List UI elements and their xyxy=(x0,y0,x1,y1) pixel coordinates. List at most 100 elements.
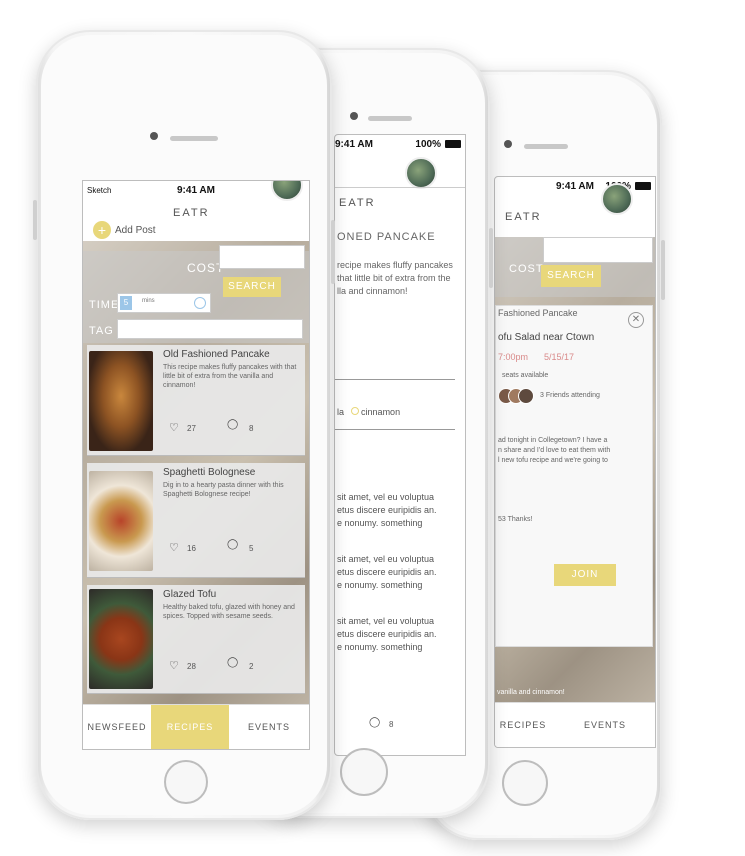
avatar[interactable] xyxy=(601,183,633,215)
power-button[interactable] xyxy=(661,240,665,300)
body-paragraph: sit amet, vel eu voluptua etus discere e… xyxy=(337,615,437,654)
event-screen: 9:41 AM 100% EATR COST SEARCH Fashioned … xyxy=(494,176,656,748)
detail-screen: 9:41 AM 100% EATR ONED PANCAKE recipe ma… xyxy=(334,134,466,756)
tab-recipes[interactable]: RECIPES xyxy=(495,703,551,747)
front-camera xyxy=(350,112,358,120)
recipe-description: Healthy baked tofu, glazed with honey an… xyxy=(163,604,295,620)
join-button[interactable]: JOIN xyxy=(554,564,616,586)
app-header: EATR xyxy=(495,183,655,238)
heart-icon[interactable]: ♡ xyxy=(169,659,179,672)
heart-icon[interactable]: ♡ xyxy=(169,541,179,554)
body-line: etus discere euripidis an. xyxy=(337,629,437,639)
earpiece xyxy=(524,144,568,149)
battery-icon xyxy=(445,140,461,148)
tag-input[interactable] xyxy=(117,319,303,339)
time-input[interactable]: 5 mins xyxy=(117,293,211,313)
body-line: sit amet, vel eu voluptua xyxy=(337,492,435,502)
body-paragraph: sit amet, vel eu voluptua etus discere e… xyxy=(337,553,437,592)
app-title: EATR xyxy=(173,207,210,219)
like-count: 27 xyxy=(187,424,196,433)
event-modal: Fashioned Pancake ✕ ofu Salad near Ctown… xyxy=(495,305,653,647)
divider xyxy=(335,379,455,380)
battery-percent: 100% xyxy=(415,139,441,150)
status-time: 9:41 AM xyxy=(335,139,373,150)
power-button[interactable] xyxy=(331,220,335,284)
tag[interactable]: cinnamon xyxy=(361,407,400,417)
cost-input[interactable] xyxy=(219,245,305,269)
recipe-title: Spaghetti Bolognese xyxy=(163,467,256,478)
tag[interactable]: la xyxy=(337,407,344,417)
cost-label: COST xyxy=(509,263,544,275)
front-camera xyxy=(504,140,512,148)
comment-count: 8 xyxy=(389,720,394,729)
event-body: ad tonight in Collegetown? I have a n sh… xyxy=(498,436,610,466)
earpiece xyxy=(170,136,218,141)
add-post-label[interactable]: Add Post xyxy=(115,225,156,236)
recipe-title: ONED PANCAKE xyxy=(337,231,436,243)
body-line: l new tofu recipe and we're going to xyxy=(498,457,608,464)
desc-line: lla and cinnamon! xyxy=(337,286,408,296)
avatar[interactable] xyxy=(405,157,437,189)
tag-label: TAG xyxy=(89,325,114,337)
tab-events[interactable]: EVENTS xyxy=(229,705,309,749)
comment-icon[interactable]: ◯ xyxy=(227,539,238,550)
comment-count: 8 xyxy=(249,424,254,433)
time-label: TIME xyxy=(89,299,120,311)
seats-text: seats available xyxy=(502,372,549,379)
body-line: sit amet, vel eu voluptua xyxy=(337,554,435,564)
thanks-text: 53 Thanks! xyxy=(498,516,533,523)
home-button[interactable] xyxy=(340,748,388,796)
comment-count: 5 xyxy=(249,544,254,553)
recipe-title: Glazed Tofu xyxy=(163,589,217,600)
body-line: etus discere euripidis an. xyxy=(337,505,437,515)
tab-recipes[interactable]: RECIPES xyxy=(151,705,229,749)
friend-avatar xyxy=(518,388,534,404)
volume-button[interactable] xyxy=(33,200,37,240)
search-button[interactable]: SEARCH xyxy=(541,265,601,287)
front-camera xyxy=(150,132,158,140)
tab-newsfeed[interactable]: NEWSFEED xyxy=(83,705,151,749)
card-footnote: vanilla and cinnamon! xyxy=(497,689,565,696)
power-button[interactable] xyxy=(489,228,493,288)
event-title: ofu Salad near Ctown xyxy=(498,332,595,343)
event-time: 7:00pm xyxy=(498,352,529,362)
body-line: e nonumy. something xyxy=(337,518,423,528)
recipe-card[interactable]: Old Fashioned Pancake This recipe makes … xyxy=(87,345,305,456)
modal-header: Fashioned Pancake xyxy=(498,308,578,318)
comment-icon[interactable]: ◯ xyxy=(369,717,380,728)
time-value: 5 xyxy=(120,296,132,310)
status-bar: 9:41 AM 100% xyxy=(335,135,465,155)
recipe-description: recipe makes fluffy pancakes that little… xyxy=(337,259,453,298)
add-post-icon[interactable]: + xyxy=(93,221,111,239)
recipe-card[interactable]: Spaghetti Bolognese Dig in to a hearty p… xyxy=(87,463,305,578)
comment-icon[interactable]: ◯ xyxy=(227,419,238,430)
earpiece xyxy=(368,116,412,121)
cost-input[interactable] xyxy=(543,237,653,263)
body-line: sit amet, vel eu voluptua xyxy=(337,616,435,626)
friend-avatars xyxy=(498,388,534,404)
recipe-thumbnail xyxy=(89,589,153,689)
heart-icon[interactable]: ♡ xyxy=(169,421,179,434)
friends-attending: 3 Friends attending xyxy=(540,392,600,399)
recipe-card[interactable]: Glazed Tofu Healthy baked tofu, glazed w… xyxy=(87,585,305,694)
tags-row: la cinnamon xyxy=(337,407,400,417)
recipe-description: This recipe makes fluffy pancakes with t… xyxy=(163,364,297,389)
comment-icon[interactable]: ◯ xyxy=(227,657,238,668)
tab-events[interactable]: EVENTS xyxy=(575,703,635,747)
close-icon[interactable]: ✕ xyxy=(628,312,644,328)
recipe-title: Old Fashioned Pancake xyxy=(163,349,270,360)
comment-count: 2 xyxy=(249,662,254,671)
app-title: EATR xyxy=(505,211,542,223)
desc-line: that little bit of extra from the xyxy=(337,273,451,283)
recipe-thumbnail xyxy=(89,351,153,451)
battery-icon xyxy=(635,182,651,190)
event-date: 5/15/17 xyxy=(544,352,575,362)
body-line: e nonumy. something xyxy=(337,580,423,590)
body-line: e nonumy. something xyxy=(337,642,423,652)
home-button[interactable] xyxy=(502,760,548,806)
body-line: ad tonight in Collegetown? I have a xyxy=(498,437,608,444)
home-button[interactable] xyxy=(164,760,208,804)
recipes-screen: Sketch 9:41 AM 100% EATR + Add Post COST… xyxy=(82,180,310,750)
search-button[interactable]: SEARCH xyxy=(223,277,281,297)
like-count: 28 xyxy=(187,662,196,671)
